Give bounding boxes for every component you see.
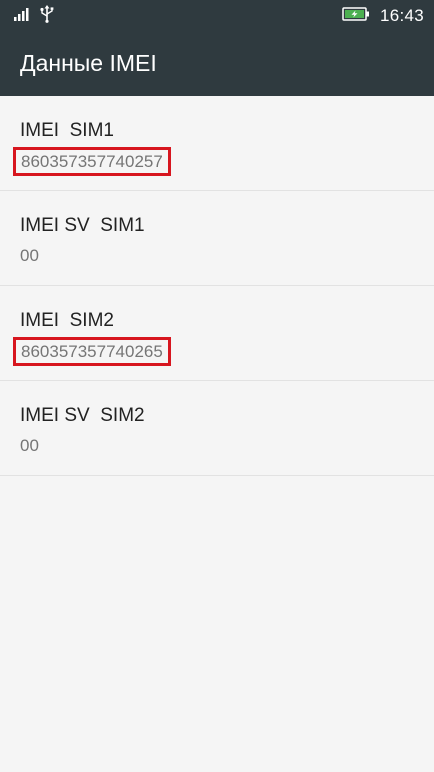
- list-item-imei-sv-sim2[interactable]: IMEI SV SIM2 00: [0, 381, 434, 476]
- app-bar: Данные IMEI: [0, 32, 434, 96]
- item-title: IMEI SV SIM1: [20, 215, 145, 236]
- item-title: IMEI SIM2: [20, 310, 114, 331]
- item-value-highlighted: 860357357740265: [13, 337, 171, 366]
- usb-icon: [40, 4, 54, 28]
- item-title: IMEI SV SIM2: [20, 405, 145, 426]
- list-item-imei-sv-sim1[interactable]: IMEI SV SIM1 00: [0, 191, 434, 286]
- item-value: 00: [20, 436, 39, 455]
- signal-icon: [14, 7, 32, 26]
- page-title: Данные IMEI: [20, 50, 157, 76]
- item-value-highlighted: 860357357740257: [13, 147, 171, 176]
- battery-charging-icon: [342, 6, 370, 27]
- imei-list: IMEI SIM1 860357357740257 IMEI SV SIM1 0…: [0, 96, 434, 476]
- status-time: 16:43: [379, 6, 424, 25]
- item-value: 00: [20, 246, 39, 265]
- list-item-imei-sim1[interactable]: IMEI SIM1 860357357740257: [0, 96, 434, 191]
- status-bar: 16:43: [0, 0, 434, 32]
- list-item-imei-sim2[interactable]: IMEI SIM2 860357357740265: [0, 286, 434, 381]
- item-title: IMEI SIM1: [20, 120, 114, 141]
